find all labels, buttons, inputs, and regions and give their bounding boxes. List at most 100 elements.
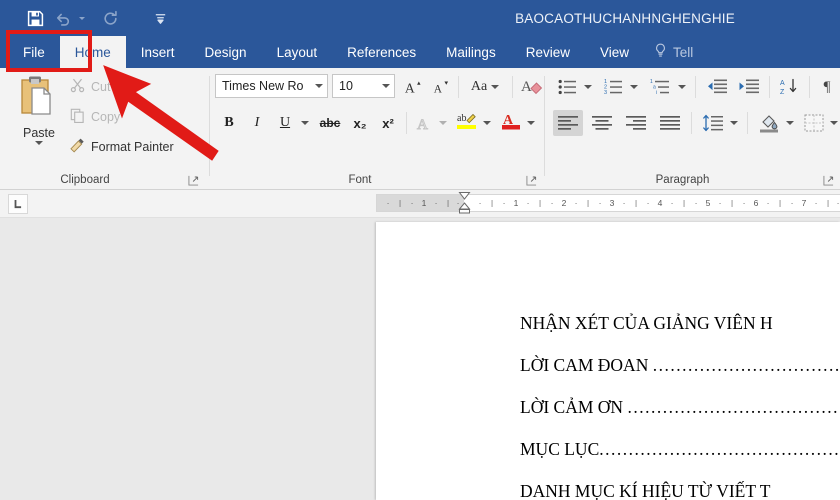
tab-view[interactable]: View <box>585 36 644 68</box>
toc-entry-text: LỜI CAM ĐOAN <box>520 355 653 375</box>
svg-text:A: A <box>521 79 532 95</box>
underline-button[interactable]: U <box>274 110 296 136</box>
ribbon-group-paragraph: 1 2 3 1 a i A Z ¶ Paragraph <box>545 68 840 190</box>
underline-dropdown-caret[interactable] <box>298 110 312 136</box>
font-name-input[interactable]: Times New Ro <box>215 74 328 98</box>
tab-review[interactable]: Review <box>511 36 585 68</box>
document-page[interactable]: NHẬN XÉT CỦA GIẢNG VIÊN H LỜI CAM ĐOAN .… <box>376 222 840 500</box>
paste-button[interactable]: Paste <box>12 74 66 160</box>
tab-home[interactable]: Home <box>59 36 126 68</box>
format-painter-button[interactable]: Format Painter <box>70 136 174 158</box>
borders-button[interactable] <box>801 110 827 136</box>
bullets-button[interactable] <box>555 74 581 100</box>
svg-text:i: i <box>656 90 657 96</box>
subscript-button[interactable]: x₂ <box>348 110 372 136</box>
ribbon-group-font: Times New Ro 10 A A Aa A B I U abc x₂ x²… <box>210 68 545 190</box>
toc-leader: ....................................... <box>652 355 840 375</box>
align-right-button[interactable] <box>621 110 651 136</box>
undo-dropdown-caret[interactable] <box>79 16 85 20</box>
bullets-caret-icon[interactable] <box>581 74 595 100</box>
decrease-indent-button[interactable] <box>703 74 731 100</box>
highlight-button[interactable]: ab <box>454 108 480 134</box>
superscript-button[interactable]: x² <box>376 110 400 136</box>
shading-caret-icon[interactable] <box>783 110 797 136</box>
change-case-caret-icon[interactable] <box>491 85 500 89</box>
scissors-icon <box>70 78 85 96</box>
tell-me-box[interactable]: Tell <box>644 36 708 68</box>
document-line: DANH MỤC KÍ HIỆU TỪ VIẾT T <box>520 470 840 500</box>
paste-dropdown-caret[interactable] <box>35 141 43 145</box>
grow-font-button[interactable]: A <box>400 74 426 100</box>
indent-markers[interactable] <box>458 191 471 215</box>
document-text-block: NHẬN XÉT CỦA GIẢNG VIÊN H LỜI CAM ĐOAN .… <box>520 302 840 500</box>
undo-icon[interactable] <box>50 5 76 31</box>
tab-layout[interactable]: Layout <box>262 36 333 68</box>
borders-caret-icon[interactable] <box>827 110 840 136</box>
change-case-button[interactable]: Aa <box>464 74 506 100</box>
font-name-caret-icon[interactable] <box>315 84 323 88</box>
numbering-caret-icon[interactable] <box>627 74 641 100</box>
ribbon-body: Paste Cut Copy Format Painter Clipboard … <box>0 68 840 190</box>
align-center-button[interactable] <box>587 110 617 136</box>
document-canvas[interactable]: NHẬN XÉT CỦA GIẢNG VIÊN H LỜI CAM ĐOAN .… <box>0 218 840 500</box>
font-size-input[interactable]: 10 <box>332 74 395 98</box>
document-line: LỜI CẢM ƠN .............................… <box>520 386 840 428</box>
strikethrough-button[interactable]: abc <box>316 110 344 136</box>
paste-label: Paste <box>23 126 55 140</box>
align-left-button[interactable] <box>553 110 583 136</box>
cut-label: Cut <box>91 80 111 94</box>
font-name-value: Times New Ro <box>222 79 304 93</box>
text-effects-caret-icon[interactable] <box>436 110 450 136</box>
tab-mailings[interactable]: Mailings <box>431 36 511 68</box>
text-effects-button[interactable]: A <box>412 110 436 136</box>
numbering-button[interactable]: 1 2 3 <box>601 74 627 100</box>
format-painter-label: Format Painter <box>91 140 174 154</box>
svg-text:A: A <box>405 80 415 95</box>
shading-button[interactable] <box>755 110 783 136</box>
line-spacing-button[interactable] <box>699 110 727 136</box>
tab-stop-selector[interactable] <box>8 194 28 214</box>
increase-indent-button[interactable] <box>735 74 763 100</box>
toc-leader: ........................................… <box>627 397 840 417</box>
cut-button[interactable]: Cut <box>70 76 110 98</box>
font-color-caret-icon[interactable] <box>524 110 538 136</box>
clear-formatting-button[interactable]: A <box>518 73 546 99</box>
redo-icon[interactable] <box>97 5 123 31</box>
clipboard-dialog-launcher[interactable] <box>188 173 200 186</box>
quick-access-toolbar <box>0 5 173 31</box>
ribbon-group-clipboard: Paste Cut Copy Format Painter Clipboard <box>0 68 210 190</box>
highlight-caret-icon[interactable] <box>480 110 494 136</box>
tab-insert[interactable]: Insert <box>126 36 190 68</box>
svg-text:3: 3 <box>604 90 607 96</box>
multilevel-list-button[interactable]: 1 a i <box>647 74 675 100</box>
copy-button[interactable]: Copy <box>70 106 120 128</box>
toc-entry-text: MỤC LỤC <box>520 439 600 459</box>
change-case-label: Aa <box>470 79 488 94</box>
font-color-button[interactable]: A <box>498 108 524 134</box>
tab-references[interactable]: References <box>332 36 431 68</box>
justify-button[interactable] <box>655 110 685 136</box>
font-size-caret-icon[interactable] <box>382 84 390 88</box>
shrink-font-button[interactable]: A <box>428 74 454 100</box>
save-icon[interactable] <box>22 5 48 31</box>
ruler-tick-3: 3 <box>609 197 615 208</box>
copy-icon <box>70 108 85 126</box>
tab-design[interactable]: Design <box>190 36 262 68</box>
sort-button[interactable]: A Z <box>777 74 803 100</box>
paragraph-dialog-launcher[interactable] <box>823 173 835 186</box>
lightbulb-icon <box>654 43 667 61</box>
ribbon-tab-strip: File Home Insert Design Layout Reference… <box>0 36 840 68</box>
italic-button[interactable]: I <box>246 110 268 136</box>
svg-text:Z: Z <box>780 89 785 96</box>
ruler-margin-tick-1: 1 <box>421 197 427 208</box>
customize-qat-icon[interactable] <box>147 5 173 31</box>
multilevel-caret-icon[interactable] <box>675 74 689 100</box>
toc-entry-text: NHẬN XÉT CỦA GIẢNG VIÊN H <box>520 313 773 333</box>
ruler-tick-7: 7 <box>801 197 807 208</box>
show-formatting-marks-button[interactable]: ¶ <box>815 74 839 100</box>
ruler-tick-1: 1 <box>513 197 519 208</box>
tab-file[interactable]: File <box>8 36 60 68</box>
font-dialog-launcher[interactable] <box>526 173 538 186</box>
bold-button[interactable]: B <box>218 110 240 136</box>
line-spacing-caret-icon[interactable] <box>727 110 741 136</box>
